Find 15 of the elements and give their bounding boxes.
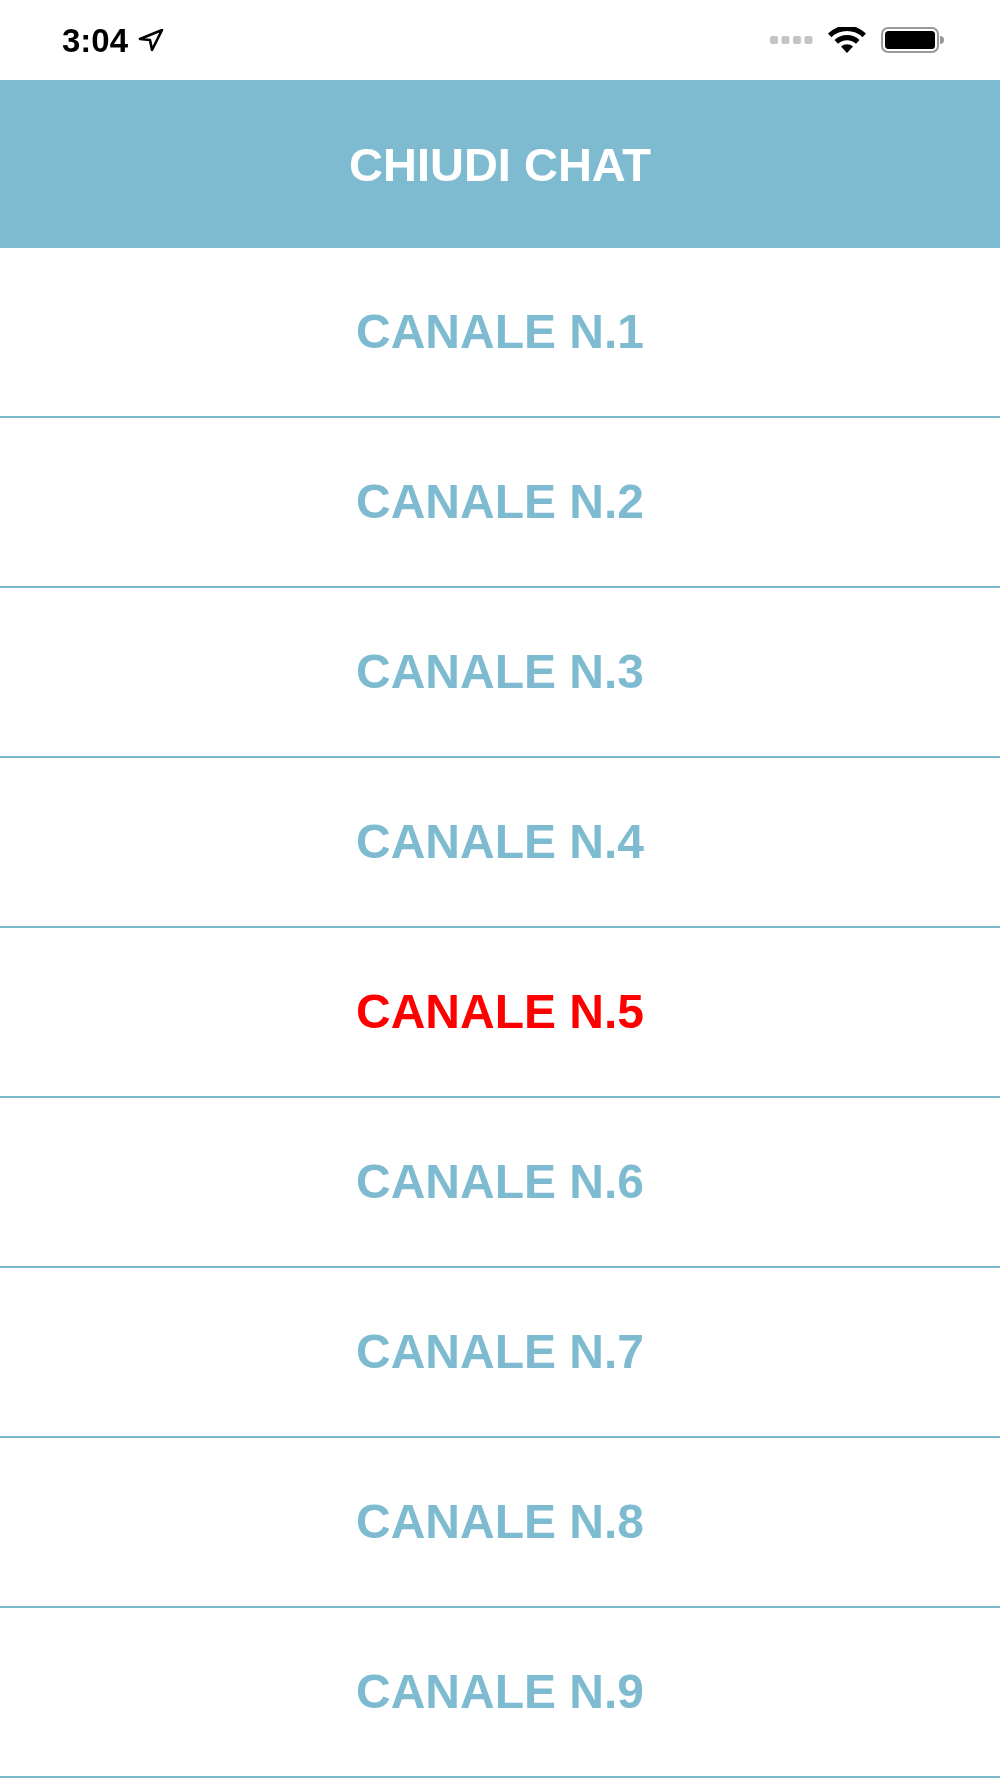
channel-item[interactable]: CANALE N.5 <box>0 928 1000 1098</box>
channel-item[interactable]: CANALE N.6 <box>0 1098 1000 1268</box>
channel-item[interactable]: CANALE N.9 <box>0 1608 1000 1778</box>
battery-icon <box>881 27 944 53</box>
status-time: 3:04 <box>62 23 129 57</box>
channel-item[interactable]: CANALE N.2 <box>0 418 1000 588</box>
wifi-icon <box>827 27 867 53</box>
location-arrow-icon <box>138 29 165 51</box>
channel-item[interactable]: CANALE N.1 <box>0 248 1000 418</box>
channel-item[interactable]: CANALE N.7 <box>0 1268 1000 1438</box>
channel-item[interactable]: CANALE N.8 <box>0 1438 1000 1608</box>
channel-item[interactable]: CANALE N.4 <box>0 758 1000 928</box>
channel-item[interactable]: CANALE N.3 <box>0 588 1000 758</box>
close-chat-button[interactable]: CHIUDI CHAT <box>0 80 1000 248</box>
signal-dots-icon <box>770 35 813 45</box>
